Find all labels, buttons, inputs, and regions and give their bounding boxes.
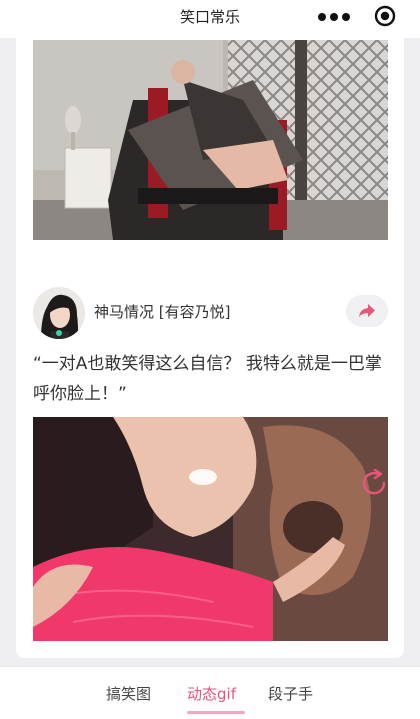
post-gif[interactable] <box>33 40 388 240</box>
dot <box>330 13 338 21</box>
tab-jokes[interactable]: 段子手 <box>268 683 313 704</box>
avatar[interactable] <box>33 287 85 339</box>
feed[interactable]: 神马情况 [有容乃悦] “一对A也敢笑得这么自信？ 我特么就是一巴掌呼你脸上！” <box>0 38 420 666</box>
tab-funny-pics[interactable]: 搞笑图 <box>106 683 151 704</box>
active-tab-indicator <box>187 711 245 714</box>
more-dots-icon[interactable] <box>318 8 350 26</box>
author-name[interactable]: 神马情况 [有容乃悦] <box>94 301 230 322</box>
bottom-tabbar: 搞笑图 动态gif 段子手 <box>0 666 420 719</box>
dot <box>342 13 350 21</box>
top-navbar: 笑口常乐 <box>0 0 420 38</box>
page-title: 笑口常乐 <box>179 8 240 26</box>
share-arrow-icon <box>359 304 375 317</box>
gif-image <box>33 40 388 240</box>
gif-image <box>33 417 388 641</box>
target-icon[interactable] <box>374 5 396 27</box>
share-button[interactable] <box>346 295 388 327</box>
post-card <box>16 38 404 293</box>
post-caption: “一对A也敢笑得这么自信？ 我特么就是一巴掌呼你脸上！” <box>33 354 382 404</box>
post-gif[interactable] <box>33 417 388 641</box>
replay-icon[interactable] <box>359 468 389 498</box>
dot <box>318 13 326 21</box>
tab-gif[interactable]: 动态gif <box>187 683 236 704</box>
avatar-image <box>33 287 85 339</box>
post-card: 神马情况 [有容乃悦] “一对A也敢笑得这么自信？ 我特么就是一巴掌呼你脸上！” <box>16 273 404 658</box>
